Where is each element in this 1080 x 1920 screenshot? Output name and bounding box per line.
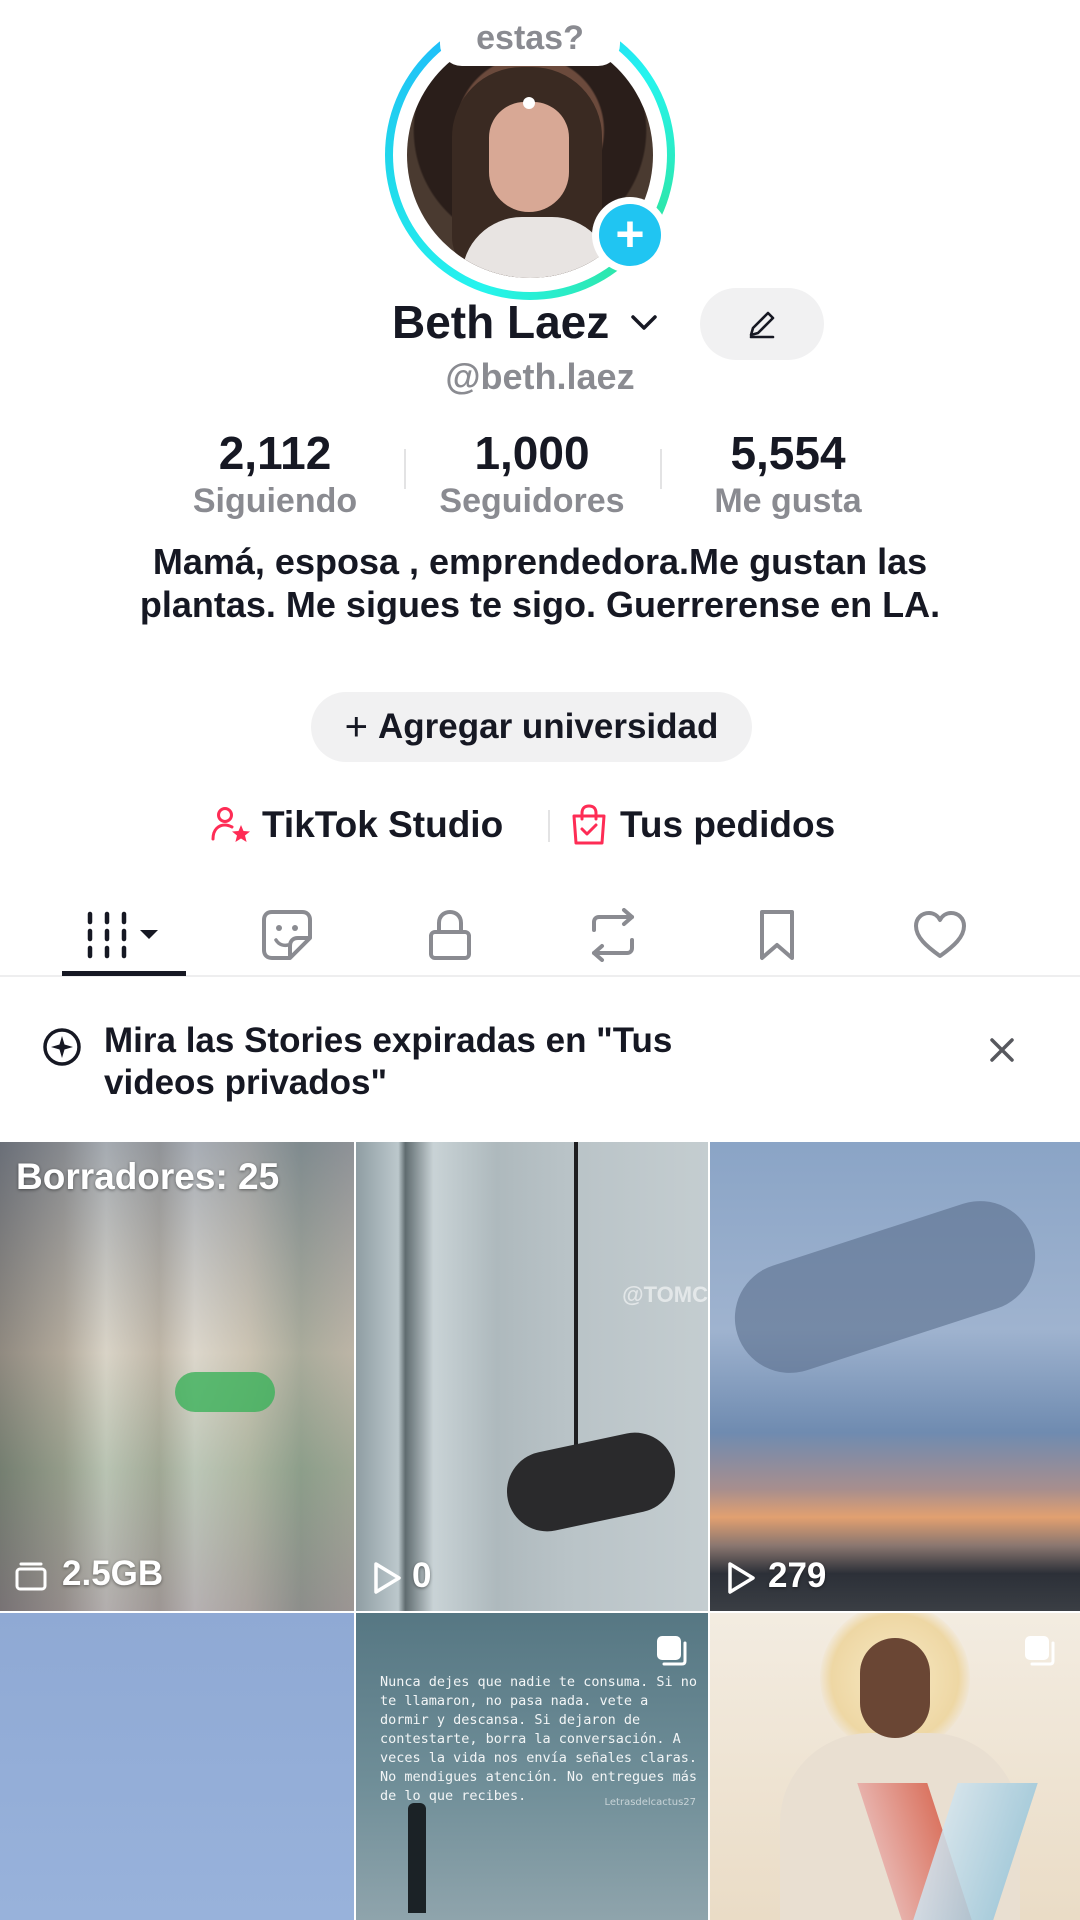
profile-avatar[interactable]: estas? + xyxy=(385,6,675,300)
creator-star-icon xyxy=(211,807,250,842)
orders-label: Tus pedidos xyxy=(620,804,836,845)
close-icon[interactable] xyxy=(983,1031,1021,1069)
heart-icon xyxy=(914,911,966,958)
video-tile[interactable]: @TOMC 0 xyxy=(356,1142,708,1611)
drafts-tile[interactable]: Borradores: 25 2.5GB xyxy=(0,1142,354,1611)
view-count: 279 xyxy=(768,1556,827,1595)
play-icon xyxy=(374,1562,401,1594)
edit-profile-button[interactable] xyxy=(700,288,824,360)
carousel-icon xyxy=(657,1636,687,1666)
quote-signature: Letrasdelcactus27 xyxy=(604,1797,696,1808)
lock-icon xyxy=(429,909,471,960)
photo-post-tile[interactable] xyxy=(710,1613,1080,1920)
profile-bio: Mamá, esposa , emprendedora.Me gustan la… xyxy=(139,541,941,625)
grid-icon xyxy=(87,911,158,959)
tiktok-studio-label: TikTok Studio xyxy=(262,804,504,845)
profile-links: TikTok Studio Tus pedidos xyxy=(0,795,1080,855)
stat-followers[interactable]: 1,000 Seguidores xyxy=(412,425,652,521)
divider xyxy=(548,810,550,842)
stat-value: 1,000 xyxy=(474,427,590,479)
divider xyxy=(660,449,662,489)
sparkle-circle-icon xyxy=(43,1028,81,1066)
divider xyxy=(404,449,406,489)
photo-post-tile[interactable]: Nunca dejes que nadie te consuma. Si no … xyxy=(356,1613,708,1920)
notice-text: Mira las Stories expiradas en "Tus video… xyxy=(104,1021,673,1102)
shopping-bag-icon xyxy=(572,804,606,845)
tab-saved[interactable] xyxy=(717,895,837,975)
stat-value: 2,112 xyxy=(218,427,332,479)
profile-name[interactable]: Beth Laez xyxy=(392,292,609,352)
tab-stickers[interactable] xyxy=(227,895,347,975)
carousel-icon xyxy=(1025,1636,1055,1666)
drafts-count: Borradores: 25 xyxy=(16,1156,280,1197)
video-tile[interactable] xyxy=(0,1613,354,1920)
orders-link[interactable]: Tus pedidos xyxy=(568,795,835,855)
plus-icon: + xyxy=(344,704,368,749)
add-university-button[interactable]: + Agregar universidad xyxy=(311,692,752,762)
video-tile[interactable]: 279 xyxy=(710,1142,1080,1611)
bookmark-icon xyxy=(760,910,794,960)
drafts-size: 2.5GB xyxy=(62,1554,164,1593)
stat-likes[interactable]: 5,554 Me gusta xyxy=(668,425,908,521)
pencil-icon xyxy=(749,311,775,339)
tiktok-studio-link[interactable]: TikTok Studio xyxy=(208,795,503,855)
add-university-label: Agregar universidad xyxy=(377,707,719,746)
profile-tabs xyxy=(0,895,1080,977)
repost-icon xyxy=(592,908,634,962)
stat-following[interactable]: 2,112 Siguiendo xyxy=(155,425,395,521)
chevron-down-icon[interactable] xyxy=(626,304,662,340)
storage-icon xyxy=(15,1562,47,1591)
quote-text: Nunca dejes que nadie te consuma. Si no … xyxy=(380,1674,697,1804)
stories-notice[interactable]: Mira las Stories expiradas en "Tus video… xyxy=(0,1015,1080,1125)
stat-label: Seguidores xyxy=(439,482,625,520)
stat-value: 5,554 xyxy=(730,427,846,479)
plus-icon: + xyxy=(599,204,661,266)
avatar-note-bubble[interactable]: estas? xyxy=(440,6,620,66)
video-watermark: @TOMC xyxy=(622,1282,708,1307)
play-icon xyxy=(728,1562,755,1594)
stat-label: Siguiendo xyxy=(192,482,358,520)
name-row: Beth Laez xyxy=(0,288,1080,360)
stat-label: Me gusta xyxy=(714,482,862,520)
sticker-icon xyxy=(262,910,312,960)
video-grid: Borradores: 25 2.5GB @TOMC 0 279 Nunca d… xyxy=(0,1142,1080,1920)
tab-liked[interactable] xyxy=(880,895,1000,975)
tab-private[interactable] xyxy=(390,895,510,975)
profile-handle: @beth.laez xyxy=(445,356,635,397)
view-count: 0 xyxy=(412,1556,432,1595)
tab-reposts[interactable] xyxy=(553,895,673,975)
add-story-button[interactable]: + xyxy=(592,197,668,273)
profile-stats: 2,112 Siguiendo 1,000 Seguidores 5,554 M… xyxy=(0,425,1080,525)
tab-videos[interactable] xyxy=(64,895,184,975)
active-tab-indicator xyxy=(62,971,186,976)
